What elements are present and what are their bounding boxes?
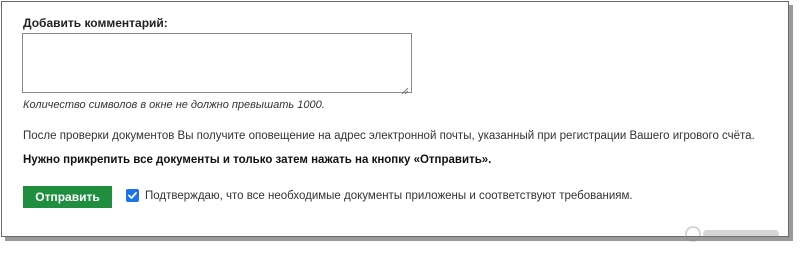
submit-button[interactable]: Отправить (23, 186, 112, 208)
comment-length-hint: Количество символов в окне не должно пре… (23, 99, 325, 111)
watermark-logo (683, 222, 783, 246)
checkmark-icon (128, 192, 137, 199)
comment-label: Добавить комментарий: (23, 16, 168, 30)
comment-textarea[interactable] (23, 34, 411, 92)
email-notice-text: После проверки документов Вы получите оп… (23, 130, 755, 142)
resize-grip-icon[interactable] (401, 82, 409, 95)
confirm-documents-option[interactable]: Подтверждаю, что все необходимые докумен… (126, 189, 633, 202)
confirm-label: Подтверждаю, что все необходимые докумен… (145, 189, 633, 202)
attach-instruction: Нужно прикрепить все документы и только … (23, 154, 492, 166)
confirm-checkbox[interactable] (126, 189, 139, 202)
comment-form-panel: Добавить комментарий: Количество символо… (1, 1, 789, 237)
comment-box[interactable] (22, 33, 412, 95)
